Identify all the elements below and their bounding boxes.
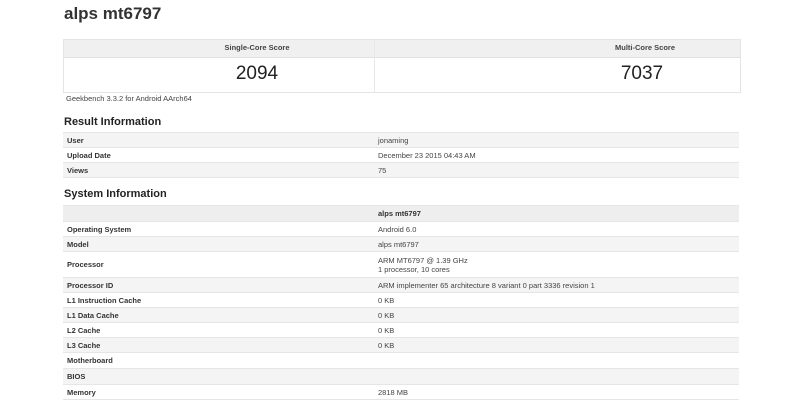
table-row: BIOS (63, 368, 739, 385)
bios-value (374, 368, 739, 385)
score-panel: Single-Core Score Multi-Core Score 2094 … (63, 39, 741, 93)
score-divider (374, 40, 375, 92)
table-row: L1 Data Cache 0 KB (63, 307, 739, 323)
row-label-processor-id: Processor ID (63, 277, 374, 293)
l2-cache-value: 0 KB (374, 322, 739, 338)
table-row: Memory 2818 MB (63, 384, 739, 400)
row-label-l3-cache: L3 Cache (63, 337, 374, 353)
table-row: L3 Cache 0 KB (63, 337, 739, 353)
row-label-l1-data-cache: L1 Data Cache (63, 307, 374, 323)
table-row: Views 75 (63, 162, 739, 178)
result-information-title: Result Information (64, 116, 162, 128)
table-row: Motherboard (63, 352, 739, 369)
system-header-model: alps mt6797 (374, 205, 739, 222)
single-core-score-label: Single-Core Score (224, 43, 290, 52)
system-information-table: alps mt6797 Operating System Android 6.0… (63, 205, 739, 400)
l3-cache-value: 0 KB (374, 337, 739, 353)
processor-value: ARM MT6797 @ 1.39 GHz 1 processor, 10 co… (374, 251, 739, 278)
views-value: 75 (374, 162, 739, 178)
processor-id-value: ARM implementer 65 architecture 8 varian… (374, 277, 739, 293)
benchmark-version: Geekbench 3.3.2 for Android AArch64 (66, 94, 192, 103)
operating-system-value: Android 6.0 (374, 221, 739, 237)
multi-core-score-label: Multi-Core Score (614, 43, 675, 52)
row-label-l1-instruction-cache: L1 Instruction Cache (63, 292, 374, 308)
row-label-operating-system: Operating System (63, 221, 374, 237)
row-label-upload-date: Upload Date (63, 147, 374, 163)
table-row: Processor ID ARM implementer 65 architec… (63, 277, 739, 293)
table-row: User jonaming (63, 132, 739, 148)
processor-speed: ARM MT6797 @ 1.39 GHz (378, 255, 468, 265)
table-row: Model alps mt6797 (63, 236, 739, 252)
motherboard-value (374, 352, 739, 369)
model-value: alps mt6797 (374, 236, 739, 252)
row-label-user: User (63, 132, 374, 148)
memory-value: 2818 MB (374, 384, 739, 400)
single-core-score-value: 2094 (235, 63, 279, 84)
result-information-table: User jonaming Upload Date December 23 20… (63, 132, 739, 178)
table-row: Processor ARM MT6797 @ 1.39 GHz 1 proces… (63, 251, 739, 278)
row-label-processor: Processor (63, 251, 374, 278)
upload-date-value: December 23 2015 04:43 AM (374, 147, 739, 163)
table-row: L2 Cache 0 KB (63, 322, 739, 338)
page-title: alps mt6797 (64, 4, 162, 23)
header-empty-cell (63, 205, 374, 222)
geekbench-result-page: alps mt6797 Single-Core Score Multi-Core… (0, 0, 800, 400)
table-row: Upload Date December 23 2015 04:43 AM (63, 147, 739, 163)
row-label-memory: Memory (63, 384, 374, 400)
system-information-title: System Information (64, 188, 167, 200)
score-header: Single-Core Score Multi-Core Score (64, 40, 740, 58)
table-header-row: alps mt6797 (63, 205, 739, 222)
multi-core-score-value: 7037 (620, 63, 664, 84)
table-row: L1 Instruction Cache 0 KB (63, 292, 739, 308)
row-label-motherboard: Motherboard (63, 352, 374, 369)
row-label-bios: BIOS (63, 368, 374, 385)
table-row: Operating System Android 6.0 (63, 221, 739, 237)
l1-data-cache-value: 0 KB (374, 307, 739, 323)
row-label-views: Views (63, 162, 374, 178)
row-label-l2-cache: L2 Cache (63, 322, 374, 338)
row-label-model: Model (63, 236, 374, 252)
processor-cores: 1 processor, 10 cores (378, 264, 450, 274)
l1-instruction-cache-value: 0 KB (374, 292, 739, 308)
user-link[interactable]: jonaming (374, 132, 739, 148)
